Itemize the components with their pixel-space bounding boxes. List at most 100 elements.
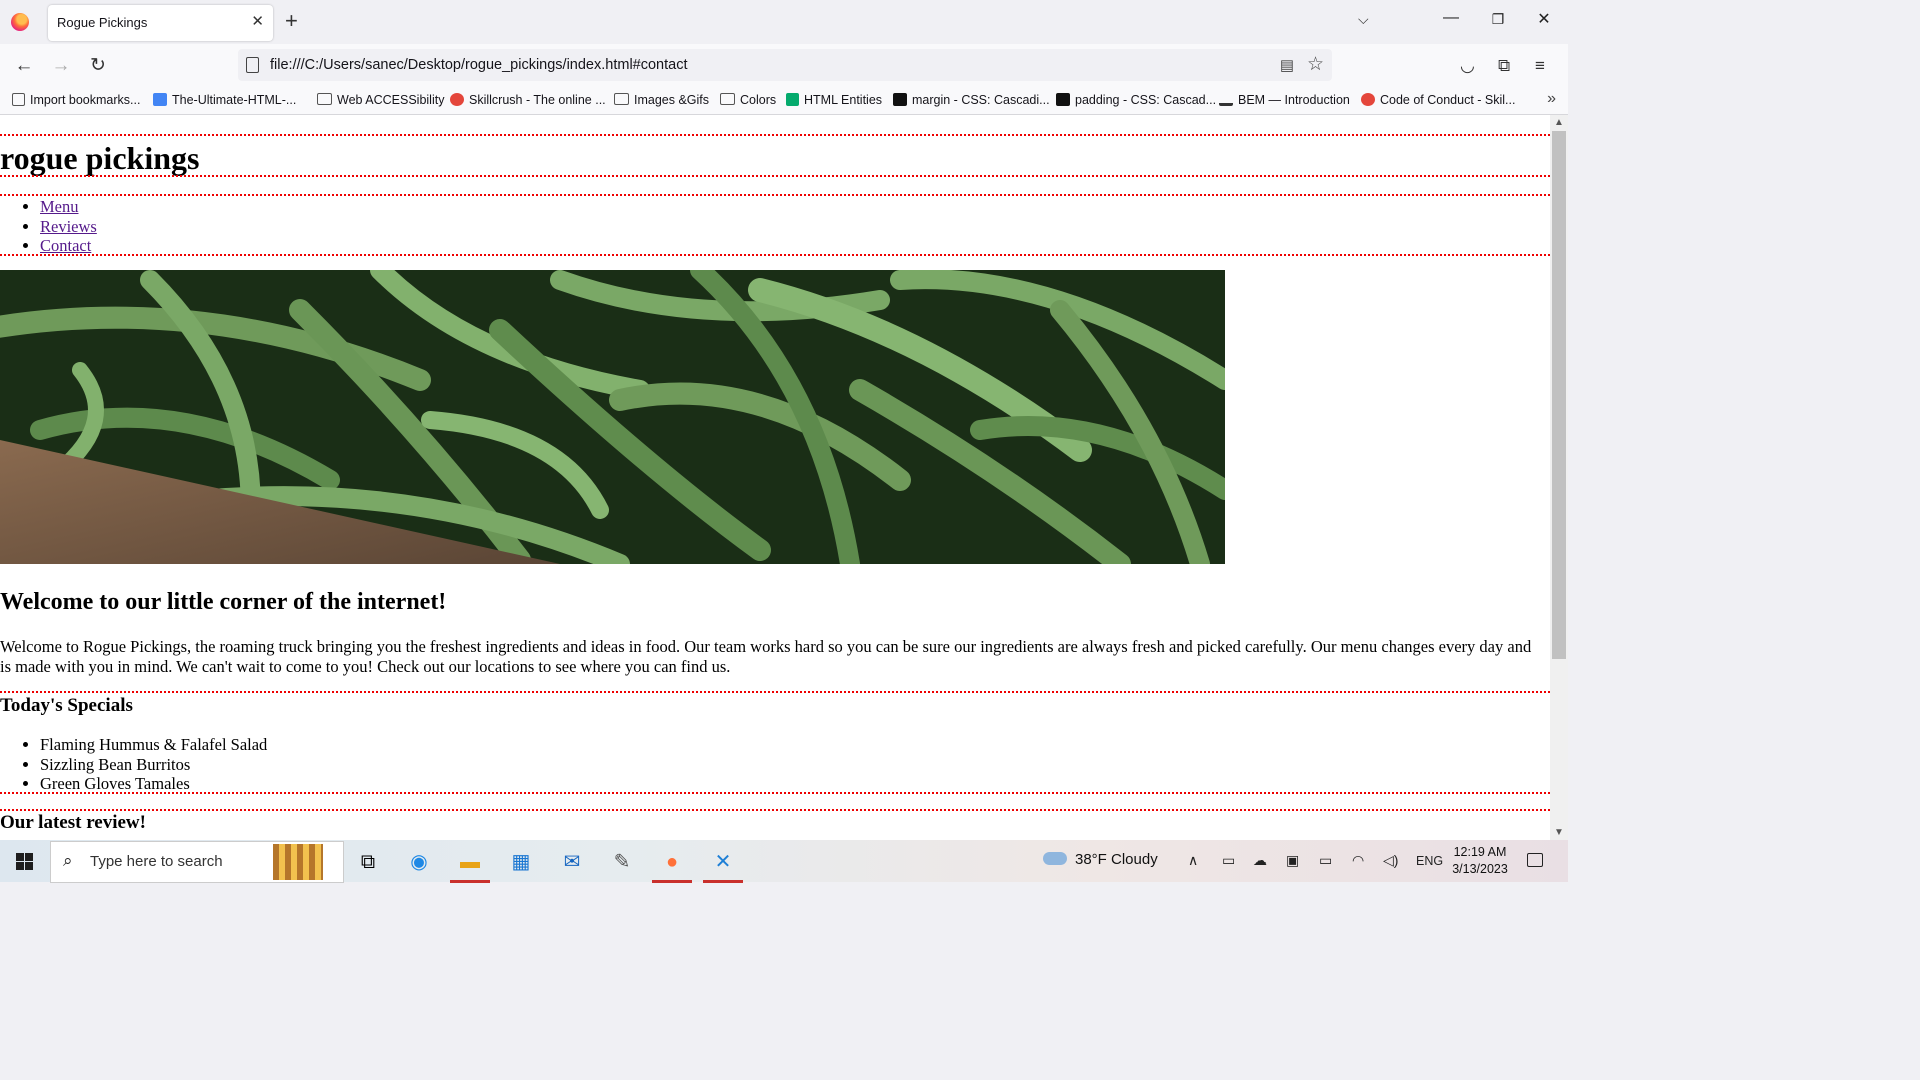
clock-date: 3/13/2023 <box>1452 862 1508 876</box>
divider <box>0 691 1550 693</box>
bookmark-import[interactable]: Import bookmarks... <box>12 93 140 107</box>
mail-icon[interactable]: ✉ <box>550 845 594 879</box>
browser-tab[interactable]: Rogue Pickings ✕ <box>48 5 273 41</box>
scrollbar-thumb[interactable] <box>1552 131 1566 659</box>
nav-link-reviews[interactable]: Reviews <box>40 217 97 236</box>
nav-item-reviews: Reviews <box>40 217 97 237</box>
list-item: Green Gloves Tamales <box>40 774 267 794</box>
pocket-icon[interactable]: ◡ <box>1460 56 1475 76</box>
chevron-down-icon[interactable]: ⌵ <box>1358 11 1369 28</box>
weather-widget[interactable]: 38°F Cloudy <box>1043 851 1158 868</box>
site-nav: Menu Reviews Contact <box>0 197 97 256</box>
battery-icon[interactable]: ▭ <box>1319 852 1332 869</box>
hero-image <box>0 270 1225 564</box>
security-icon[interactable]: ▣ <box>1286 852 1299 869</box>
bookmark-ultimate-html[interactable]: The-Ultimate-HTML-... <box>153 93 296 107</box>
reader-view-icon[interactable]: ▤ <box>1280 56 1294 74</box>
search-placeholder: Type here to search <box>90 853 223 870</box>
bookmark-skillcrush[interactable]: Skillcrush - The online ... <box>450 93 606 107</box>
url-bar[interactable]: file:///C:/Users/sanec/Desktop/rogue_pic… <box>238 49 1332 81</box>
bookmark-margin-css[interactable]: margin - CSS: Cascadi... <box>893 93 1050 107</box>
specials-list: Flaming Hummus & Falafel Salad Sizzling … <box>0 735 267 794</box>
import-icon <box>12 93 25 106</box>
url-text[interactable]: file:///C:/Users/sanec/Desktop/rogue_pic… <box>270 57 687 73</box>
minimize-icon[interactable]: — <box>1428 9 1474 27</box>
review-heading: Our latest review! <box>0 812 146 833</box>
divider <box>0 254 1550 256</box>
taskbar-search[interactable]: ⌕ Type here to search <box>50 841 344 883</box>
gimp-icon[interactable]: ✎ <box>600 845 644 879</box>
edge-icon[interactable]: ◉ <box>397 845 441 879</box>
show-hidden-icons-icon[interactable]: ∧ <box>1188 852 1198 869</box>
bookmark-star-icon[interactable]: ☆ <box>1307 53 1324 76</box>
folder-icon <box>720 93 735 105</box>
restore-icon[interactable]: ❐ <box>1475 11 1521 28</box>
green-beans-image <box>0 270 1225 564</box>
bem-icon <box>1219 94 1233 106</box>
w3-icon <box>786 93 799 106</box>
notifications-icon[interactable] <box>1527 853 1543 867</box>
navigation-toolbar: ← → ↻ file:///C:/Users/sanec/Desktop/rog… <box>0 44 1568 88</box>
folder-icon <box>614 93 629 105</box>
back-icon[interactable]: ← <box>12 54 36 78</box>
skillcrush-icon <box>450 93 464 106</box>
bookmarks-toolbar: Import bookmarks... The-Ultimate-HTML-..… <box>0 88 1568 115</box>
welcome-heading: Welcome to our little corner of the inte… <box>0 589 447 615</box>
vscode-icon[interactable]: ✕ <box>701 845 745 883</box>
new-tab-icon[interactable]: + <box>285 8 298 34</box>
search-highlight-image <box>273 844 323 880</box>
reload-icon[interactable]: ↻ <box>86 54 110 78</box>
divider <box>0 194 1550 196</box>
page-scrollbar[interactable]: ▲ ▼ <box>1550 115 1568 840</box>
menu-icon[interactable]: ≡ <box>1535 56 1545 76</box>
more-bookmarks-icon[interactable]: » <box>1547 90 1556 108</box>
cloud-icon <box>1043 852 1067 865</box>
nav-link-contact[interactable]: Contact <box>40 236 91 255</box>
wifi-icon[interactable]: ◠ <box>1352 852 1364 869</box>
windows-taskbar: ⌕ Type here to search ⧉ ◉ ▬ ▦ ✉ ✎ ● ✕ 38… <box>0 840 1568 883</box>
welcome-text: Welcome to Rogue Pickings, the roaming t… <box>0 637 1532 676</box>
clock[interactable]: 12:19 AM 3/13/2023 <box>1450 844 1510 878</box>
doc-icon <box>153 93 167 106</box>
bookmark-colors[interactable]: Colors <box>720 93 776 107</box>
bookmark-bem[interactable]: BEM — Introduction <box>1219 93 1350 107</box>
clock-time: 12:19 AM <box>1453 845 1507 859</box>
bookmark-padding-css[interactable]: padding - CSS: Cascad... <box>1056 93 1216 107</box>
volume-icon[interactable]: ◁) <box>1383 852 1398 869</box>
bookmark-images-gifs[interactable]: Images &Gifs <box>614 93 709 107</box>
nav-item-menu: Menu <box>40 197 97 217</box>
forward-icon[interactable]: → <box>49 54 73 78</box>
windows-start-icon[interactable] <box>16 853 33 870</box>
active-indicator <box>652 880 692 883</box>
meet-now-icon[interactable]: ▭ <box>1222 852 1235 869</box>
bookmark-html-entities[interactable]: HTML Entities <box>786 93 882 107</box>
nav-link-menu[interactable]: Menu <box>40 197 79 216</box>
task-view-icon[interactable]: ⧉ <box>346 845 390 879</box>
mdn-icon <box>893 93 907 106</box>
bookmark-web-accessibility[interactable]: Web ACCESSibility <box>317 93 444 107</box>
firefox-taskbar-icon[interactable]: ● <box>650 845 694 883</box>
active-indicator <box>450 880 490 883</box>
onedrive-icon[interactable]: ☁ <box>1253 852 1267 869</box>
extensions-icon[interactable]: ⧉ <box>1498 56 1510 76</box>
list-item: Flaming Hummus & Falafel Salad <box>40 735 267 755</box>
search-icon: ⌕ <box>63 851 73 870</box>
tab-title: Rogue Pickings <box>57 15 148 30</box>
store-icon[interactable]: ▦ <box>499 845 543 879</box>
scroll-down-icon[interactable]: ▼ <box>1554 827 1564 838</box>
divider <box>0 792 1550 794</box>
scroll-up-icon[interactable]: ▲ <box>1554 117 1564 128</box>
site-title: rogue pickings <box>0 140 200 176</box>
active-indicator <box>703 880 743 883</box>
divider <box>0 809 1550 811</box>
file-explorer-icon[interactable]: ▬ <box>448 845 492 883</box>
divider <box>0 175 1550 177</box>
bookmark-code-of-conduct[interactable]: Code of Conduct - Skil... <box>1361 93 1515 107</box>
page-viewport: rogue pickings Menu Reviews Contact <box>0 115 1550 840</box>
close-tab-icon[interactable]: ✕ <box>251 12 264 30</box>
folder-icon <box>317 93 332 105</box>
firefox-icon[interactable] <box>11 13 29 31</box>
tab-strip: Rogue Pickings ✕ + ⌵ — ❐ ✕ <box>0 0 1568 44</box>
close-window-icon[interactable]: ✕ <box>1521 9 1567 29</box>
language-indicator[interactable]: ENG <box>1416 854 1443 868</box>
